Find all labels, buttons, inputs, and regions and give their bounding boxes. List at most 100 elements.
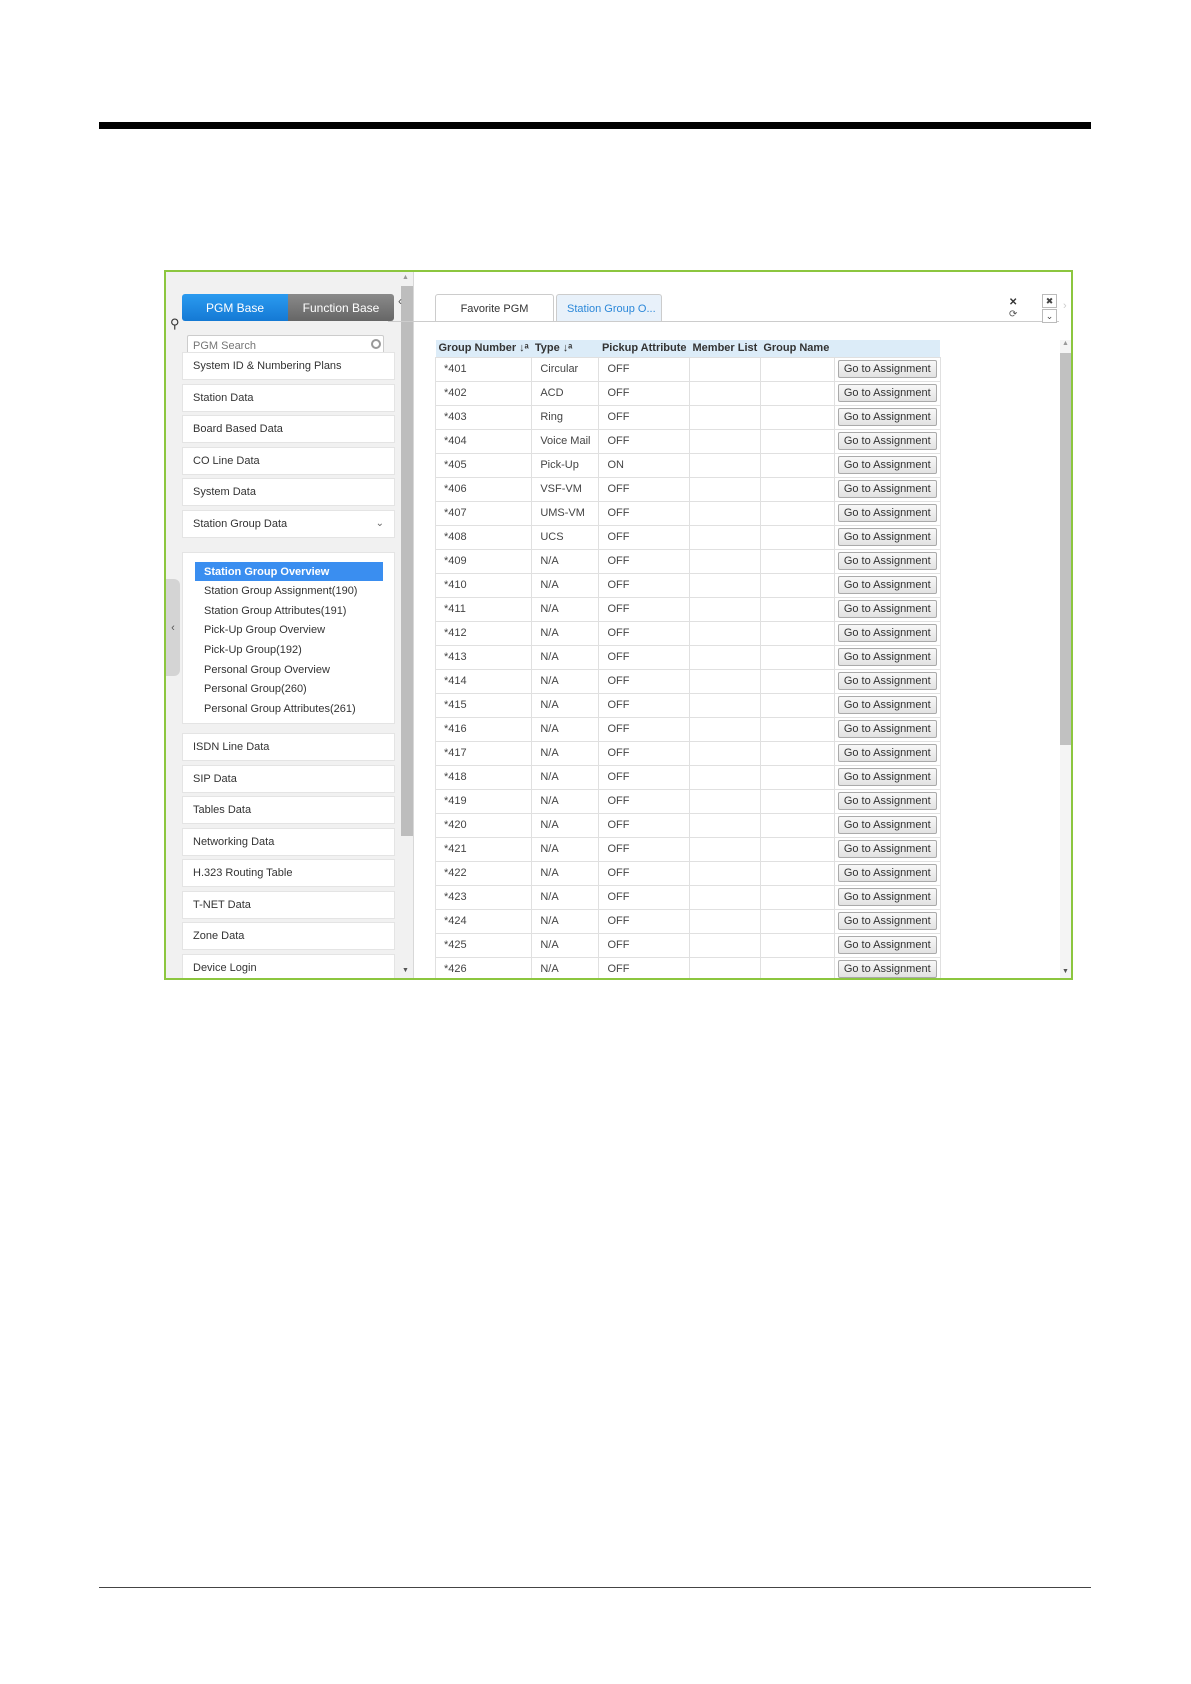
tab-favorite-pgm[interactable]: Favorite PGM <box>435 294 554 322</box>
group-number: *411 <box>434 596 533 622</box>
pgm-base-button[interactable]: PGM Base <box>182 294 288 321</box>
chevron-down-icon: ⌄ <box>375 518 384 529</box>
pickup-attribute: OFF <box>598 884 691 910</box>
submenu-item[interactable]: Station Group Attributes(191) <box>195 601 383 620</box>
submenu-item[interactable]: Personal Group Overview <box>195 660 383 679</box>
sidebar-item[interactable]: ISDN Line Data <box>182 733 395 761</box>
type: Voice Mail <box>531 428 600 454</box>
go-to-assignment-button[interactable]: Go to Assignment <box>837 864 937 882</box>
go-to-assignment-button[interactable]: Go to Assignment <box>837 384 937 402</box>
go-to-assignment-button[interactable]: Go to Assignment <box>837 936 937 954</box>
sidebar-item[interactable]: Device Login <box>182 953 395 978</box>
submenu-item[interactable]: Personal Group Attributes(261) <box>195 699 383 718</box>
go-to-assignment-button[interactable]: Go to Assignment <box>837 528 937 546</box>
go-to-assignment-button[interactable]: Go to Assignment <box>837 456 937 474</box>
submenu-item[interactable]: Pick-Up Group(192) <box>195 640 383 659</box>
refresh-icon[interactable]: ⟳ <box>1009 309 1017 320</box>
chevron-left-icon: ‹ <box>171 621 175 634</box>
submenu-item[interactable]: Station Group Overview <box>195 562 383 581</box>
action-cell: Go to Assignment <box>833 788 941 814</box>
sidebar-item[interactable]: Tables Data <box>182 796 395 824</box>
go-to-assignment-button[interactable]: Go to Assignment <box>837 792 937 810</box>
sidebar-item[interactable]: System ID & Numbering Plans <box>182 352 395 380</box>
sidebar-item[interactable]: Station Group Data ⌄ <box>182 509 395 538</box>
sidebar-item[interactable]: Zone Data <box>182 922 395 950</box>
type: UMS-VM <box>531 500 600 526</box>
group-name <box>759 524 835 550</box>
action-cell: Go to Assignment <box>833 908 941 934</box>
group-name <box>759 788 835 814</box>
group-number: *423 <box>434 884 533 910</box>
go-to-assignment-button[interactable]: Go to Assignment <box>837 648 937 666</box>
submenu-item[interactable]: Personal Group(260) <box>195 680 383 699</box>
type: N/A <box>531 860 600 886</box>
column-header[interactable]: Type ↓ᵃ <box>531 340 599 357</box>
table-row: *414 N/A OFF Go to Assignment <box>434 668 941 694</box>
member-list <box>689 644 761 670</box>
submenu-item[interactable]: Station Group Assignment(190) <box>195 582 383 601</box>
column-header[interactable]: Group Number ↓ᵃ <box>435 340 532 357</box>
go-to-assignment-button[interactable]: Go to Assignment <box>837 960 937 978</box>
go-to-assignment-button[interactable]: Go to Assignment <box>837 768 937 786</box>
go-to-assignment-button[interactable]: Go to Assignment <box>837 744 937 762</box>
table-row: *412 N/A OFF Go to Assignment <box>434 620 941 646</box>
go-to-assignment-button[interactable]: Go to Assignment <box>837 432 937 450</box>
go-to-assignment-button[interactable]: Go to Assignment <box>837 360 937 378</box>
go-to-assignment-button[interactable]: Go to Assignment <box>837 672 937 690</box>
group-name <box>759 428 835 454</box>
tab-next-icon[interactable]: › <box>1063 300 1067 312</box>
close-all-icon[interactable]: ✖ <box>1042 294 1057 308</box>
go-to-assignment-button[interactable]: Go to Assignment <box>837 552 937 570</box>
go-to-assignment-button[interactable]: Go to Assignment <box>837 816 937 834</box>
sidebar-item[interactable]: CO Line Data <box>182 446 395 475</box>
group-number: *412 <box>434 620 533 646</box>
group-name <box>759 476 835 502</box>
go-to-assignment-button[interactable]: Go to Assignment <box>837 600 937 618</box>
go-to-assignment-button[interactable]: Go to Assignment <box>837 888 937 906</box>
table-row: *418 N/A OFF Go to Assignment <box>434 764 941 790</box>
clear-search-icon[interactable] <box>371 339 381 349</box>
go-to-assignment-button[interactable]: Go to Assignment <box>837 720 937 738</box>
scroll-down-icon[interactable]: ▼ <box>402 967 409 974</box>
go-to-assignment-button[interactable]: Go to Assignment <box>837 840 937 858</box>
group-name <box>759 596 835 622</box>
action-cell: Go to Assignment <box>833 740 941 766</box>
go-to-assignment-button[interactable]: Go to Assignment <box>837 624 937 642</box>
tab-station-group-overview[interactable]: Station Group O... ✕ ⟳ <box>556 294 1017 322</box>
scroll-up-icon[interactable]: ▲ <box>1062 340 1069 347</box>
scroll-up-icon[interactable]: ▲ <box>402 274 409 281</box>
member-list <box>689 428 761 454</box>
member-list <box>689 524 761 550</box>
sidebar-item-label: Station Group Attributes(191) <box>204 604 347 617</box>
sidebar-item[interactable]: Networking Data <box>182 827 395 856</box>
sidebar-item[interactable]: H.323 Routing Table <box>182 859 395 887</box>
go-to-assignment-button[interactable]: Go to Assignment <box>837 480 937 498</box>
function-base-button[interactable]: Function Base <box>288 294 394 321</box>
scrollbar-thumb[interactable] <box>1060 353 1071 745</box>
go-to-assignment-button[interactable]: Go to Assignment <box>837 408 937 426</box>
member-list <box>689 356 761 382</box>
tab-prev-icon[interactable]: ‹ <box>398 294 402 308</box>
scroll-down-icon[interactable]: ▼ <box>1062 968 1069 975</box>
type: N/A <box>531 884 600 910</box>
submenu-item[interactable]: Pick-Up Group Overview <box>195 621 383 640</box>
sidebar-item[interactable]: SIP Data <box>182 764 395 793</box>
sidebar-item[interactable]: Board Based Data <box>182 415 395 443</box>
sidebar-item[interactable]: Station Data <box>182 383 395 412</box>
close-tab-icon[interactable]: ✕ <box>1009 297 1017 308</box>
sidebar-scrollbar[interactable] <box>401 286 413 836</box>
chevron-down-icon[interactable]: ⌄ <box>1042 309 1057 323</box>
group-number: *406 <box>434 476 533 502</box>
group-name <box>759 764 835 790</box>
table-row: *417 N/A OFF Go to Assignment <box>434 740 941 766</box>
collapse-sidebar-handle[interactable]: ‹ <box>166 579 180 676</box>
sidebar-item[interactable]: System Data <box>182 478 395 506</box>
sidebar-item-label: System ID & Numbering Plans <box>193 360 342 372</box>
go-to-assignment-button[interactable]: Go to Assignment <box>837 576 937 594</box>
action-cell: Go to Assignment <box>833 956 941 978</box>
go-to-assignment-button[interactable]: Go to Assignment <box>837 504 937 522</box>
sidebar-item[interactable]: T-NET Data <box>182 890 395 919</box>
type: N/A <box>531 956 600 978</box>
go-to-assignment-button[interactable]: Go to Assignment <box>837 696 937 714</box>
go-to-assignment-button[interactable]: Go to Assignment <box>837 912 937 930</box>
